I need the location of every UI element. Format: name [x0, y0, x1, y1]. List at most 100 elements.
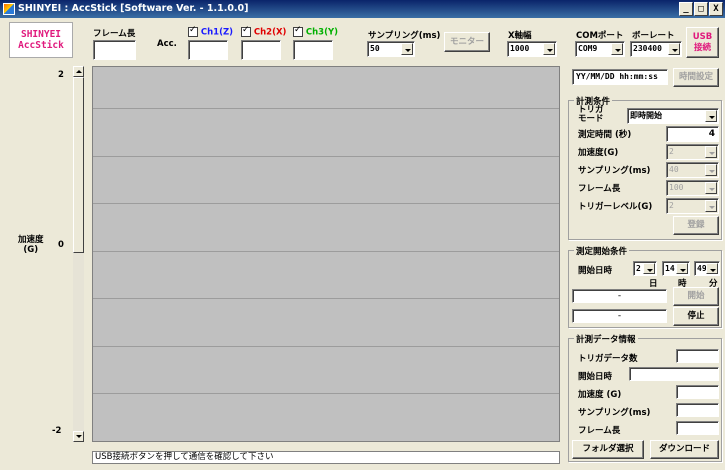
cond-sampling-select[interactable]: 40: [666, 162, 719, 178]
day-select[interactable]: 2: [633, 261, 657, 276]
info-accel-field: [676, 385, 719, 399]
baud-label: ボーレート: [632, 31, 675, 41]
gridline: [93, 393, 559, 394]
trigger-mode-value: 即時開始: [630, 111, 662, 120]
frame-length-input[interactable]: [93, 40, 136, 60]
ch2-checkbox[interactable]: Ch2(X): [241, 25, 287, 38]
folder-select-button[interactable]: フォルダ選択: [572, 440, 644, 459]
logo-line2: AccStick: [18, 40, 64, 51]
y-axis-title-line1: 加速度: [18, 235, 44, 245]
accel-label: 加速度(G): [578, 148, 619, 158]
cond-frame-value: 100: [669, 183, 684, 192]
sampling-select[interactable]: 50: [367, 41, 415, 57]
chevron-down-icon: [543, 43, 555, 55]
gridline: [93, 203, 559, 204]
duration-input[interactable]: 4: [666, 126, 719, 142]
scroll-thumb[interactable]: [73, 77, 84, 253]
usb-button-line1: USB: [692, 32, 713, 42]
chevron-down-icon: [705, 200, 717, 212]
trigger-count-label: トリガデータ数: [578, 354, 638, 364]
scroll-down-icon[interactable]: [73, 431, 84, 442]
ch2-value-input[interactable]: [241, 40, 281, 60]
ch1-check-icon: [188, 25, 198, 37]
cond-frame-label: フレーム長: [578, 184, 621, 194]
info-start-datetime-label: 開始日時: [578, 372, 613, 382]
chevron-down-icon: [668, 43, 680, 55]
info-start-datetime-field: [629, 367, 719, 381]
gridline: [93, 346, 559, 347]
info-sampling-label: サンプリング(ms): [578, 408, 651, 418]
chevron-down-icon: [611, 43, 623, 55]
y-zero-label: 0: [58, 240, 64, 250]
title-bar: SHINYEI : AccStick [Software Ver. - 1.1.…: [0, 0, 725, 18]
ch3-label: Ch3(Y): [305, 27, 339, 38]
stop-button[interactable]: 停止: [673, 307, 719, 326]
minute-select[interactable]: 49: [694, 261, 720, 276]
ch1-label: Ch1(Z): [200, 27, 234, 38]
maximize-button[interactable]: □: [694, 2, 708, 16]
usb-button-line2: 接続: [693, 43, 711, 53]
logo: SHINYEI AccStick: [9, 22, 73, 58]
hour-select[interactable]: 14: [662, 261, 690, 276]
minimize-button[interactable]: _: [679, 2, 693, 16]
com-port-label: COMポート: [576, 31, 624, 41]
trigger-count-field: [676, 349, 719, 363]
ch2-label: Ch2(X): [253, 27, 287, 38]
ch2-check-icon: [241, 25, 251, 37]
usb-connect-button[interactable]: USB 接続: [686, 27, 719, 58]
chevron-down-icon: [643, 263, 655, 274]
time-set-button[interactable]: 時間設定: [673, 68, 719, 87]
y-max-label: 2: [58, 70, 64, 80]
gridline: [93, 156, 559, 157]
y-scrollbar[interactable]: [73, 66, 84, 442]
trigger-mode-select[interactable]: 即時開始: [627, 108, 719, 124]
info-title: 計測データ情報: [574, 333, 638, 345]
ch3-checkbox[interactable]: Ch3(Y): [293, 25, 339, 38]
y-axis-title-line2: (G): [23, 245, 39, 255]
gridline: [93, 108, 559, 109]
xaxis-select[interactable]: 1000: [507, 41, 557, 57]
chevron-down-icon: [706, 263, 718, 274]
gridline: [93, 298, 559, 299]
baud-select[interactable]: 230400: [630, 41, 682, 57]
com-port-value: COM9: [578, 44, 598, 53]
scroll-up-icon[interactable]: [73, 66, 84, 77]
ch1-checkbox[interactable]: Ch1(Z): [188, 25, 234, 38]
accel-select[interactable]: 2: [666, 144, 719, 160]
frame-length-label: フレーム長: [93, 29, 136, 39]
acc-label: Acc.: [157, 39, 177, 49]
day-unit-label: 日: [649, 279, 658, 289]
window-title: SHINYEI : AccStick [Software Ver. - 1.1.…: [18, 3, 249, 14]
y-axis-title: 加速度 (G): [18, 235, 44, 255]
hour-value: 14: [665, 264, 675, 273]
start-button[interactable]: 開始: [673, 287, 719, 306]
day-value: 2: [636, 264, 641, 273]
info-frame-field: [676, 421, 719, 435]
trigger-level-select[interactable]: 2: [666, 198, 719, 214]
datetime-field[interactable]: YY/MM/DD hh:mm:ss: [572, 69, 668, 85]
trigger-mode-label: トリガ モード: [578, 106, 604, 124]
gridline: [93, 251, 559, 252]
info-frame-label: フレーム長: [578, 426, 621, 436]
duration-label: 測定時間 (秒): [578, 130, 632, 140]
chevron-down-icon: [705, 110, 717, 122]
sampling-label: サンプリング(ms): [368, 31, 441, 41]
start-title: 測定開始条件: [574, 245, 630, 257]
register-button[interactable]: 登録: [673, 216, 719, 235]
xaxis-label: X軸幅: [508, 31, 532, 41]
trigger-mode-label-line2: モード: [578, 114, 604, 124]
info-accel-label: 加速度 (G): [578, 390, 622, 400]
plot-area: [92, 66, 560, 442]
ch1-value-input[interactable]: [188, 40, 228, 60]
cond-sampling-value: 40: [669, 165, 679, 174]
close-button[interactable]: X: [709, 2, 723, 16]
chevron-down-icon: [401, 43, 413, 55]
ch3-value-input[interactable]: [293, 40, 333, 60]
chevron-down-icon: [705, 146, 717, 158]
download-button[interactable]: ダウンロード: [650, 440, 719, 459]
cond-frame-select[interactable]: 100: [666, 180, 719, 196]
cond-sampling-label: サンプリング(ms): [578, 166, 651, 176]
monitor-button[interactable]: モニター: [444, 32, 490, 52]
chevron-down-icon: [705, 164, 717, 176]
com-port-select[interactable]: COM9: [575, 41, 625, 57]
